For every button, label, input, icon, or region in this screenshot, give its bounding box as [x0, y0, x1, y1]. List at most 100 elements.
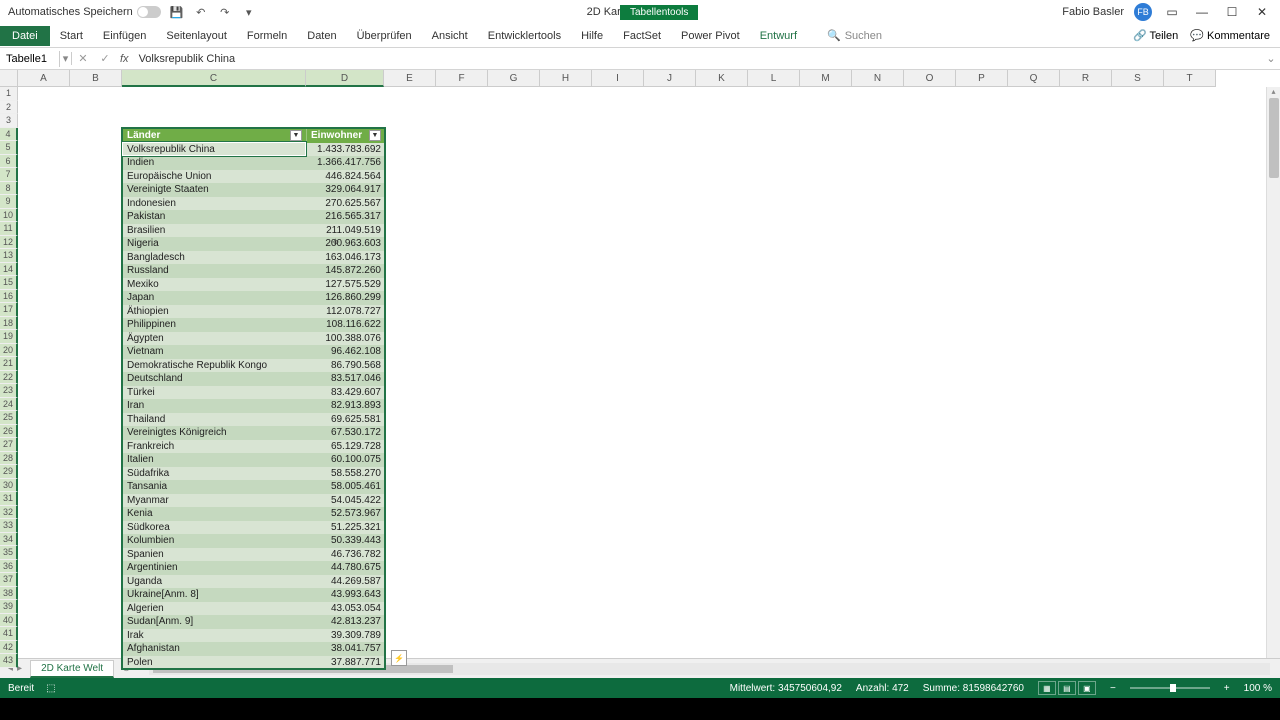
table-row[interactable]: Russland145.872.260 — [123, 264, 385, 278]
cell-population[interactable]: 127.575.529 — [307, 278, 385, 292]
row-header-24[interactable]: 24 — [0, 398, 18, 412]
row-header-3[interactable]: 3 — [0, 114, 18, 128]
cell-population[interactable]: 43.993.643 — [307, 588, 385, 602]
qat-dropdown-icon[interactable]: ▾ — [241, 4, 257, 20]
row-header-19[interactable]: 19 — [0, 330, 18, 344]
cell-population[interactable]: 112.078.727 — [307, 305, 385, 319]
table-row[interactable]: Demokratische Republik Kongo86.790.568 — [123, 359, 385, 373]
table-row[interactable]: Tansania58.005.461 — [123, 480, 385, 494]
cell-country[interactable]: Bangladesch — [123, 251, 307, 265]
cell-population[interactable]: 108.116.622 — [307, 318, 385, 332]
table-row[interactable]: Polen37.887.771 — [123, 656, 385, 670]
share-button[interactable]: 🔗 Teilen — [1133, 29, 1178, 42]
cell-population[interactable]: 52.573.967 — [307, 507, 385, 521]
col-header-F[interactable]: F — [436, 70, 488, 87]
cancel-formula-icon[interactable]: ✕ — [72, 52, 94, 65]
cell-country[interactable]: Iran — [123, 399, 307, 413]
cell-country[interactable]: Pakistan — [123, 210, 307, 224]
row-header-9[interactable]: 9 — [0, 195, 18, 209]
tab-einfügen[interactable]: Einfügen — [93, 26, 156, 46]
col-header-T[interactable]: T — [1164, 70, 1216, 87]
formula-input[interactable]: Volksrepublik China — [133, 51, 1262, 67]
cell-country[interactable]: Japan — [123, 291, 307, 305]
view-normal-icon[interactable]: ▦ — [1038, 681, 1056, 695]
table-row[interactable]: Philippinen108.116.622 — [123, 318, 385, 332]
cell-population[interactable]: 163.046.173 — [307, 251, 385, 265]
cell-population[interactable]: 270.625.567 — [307, 197, 385, 211]
close-icon[interactable]: ✕ — [1252, 2, 1272, 22]
sheet-tab-active[interactable]: 2D Karte Welt — [30, 660, 114, 678]
view-page-break-icon[interactable]: ▣ — [1078, 681, 1096, 695]
tab-ansicht[interactable]: Ansicht — [422, 26, 478, 46]
fx-icon[interactable]: fx — [116, 53, 133, 65]
filter-dropdown-icon[interactable]: ▼ — [290, 130, 302, 141]
search-box[interactable]: 🔍 Suchen — [827, 29, 882, 42]
table-row[interactable]: Argentinien44.780.675 — [123, 561, 385, 575]
cell-country[interactable]: Deutschland — [123, 372, 307, 386]
cell-country[interactable]: Myanmar — [123, 494, 307, 508]
row-header-39[interactable]: 39 — [0, 600, 18, 614]
autosave-toggle[interactable]: Automatisches Speichern — [8, 6, 161, 18]
undo-icon[interactable]: ↶ — [193, 4, 209, 20]
cell-country[interactable]: Polen — [123, 656, 307, 670]
row-header-6[interactable]: 6 — [0, 155, 18, 169]
row-header-28[interactable]: 28 — [0, 452, 18, 466]
table-row[interactable]: Frankreich65.129.728 — [123, 440, 385, 454]
cell-population[interactable]: 50.339.443 — [307, 534, 385, 548]
cell-population[interactable]: 58.005.461 — [307, 480, 385, 494]
row-header-7[interactable]: 7 — [0, 168, 18, 182]
cell-population[interactable]: 39.309.789 — [307, 629, 385, 643]
cell-population[interactable]: 200.963.603 — [307, 237, 385, 251]
row-header-22[interactable]: 22 — [0, 371, 18, 385]
cell-country[interactable]: Kolumbien — [123, 534, 307, 548]
table-row[interactable]: Indonesien270.625.567 — [123, 197, 385, 211]
cell-country[interactable]: Italien — [123, 453, 307, 467]
table-row[interactable]: Ägypten100.388.076 — [123, 332, 385, 346]
cell-country[interactable]: Tansania — [123, 480, 307, 494]
table-row[interactable]: Kolumbien50.339.443 — [123, 534, 385, 548]
table-row[interactable]: Vietnam96.462.108 — [123, 345, 385, 359]
cell-country[interactable]: Afghanistan — [123, 642, 307, 656]
row-header-16[interactable]: 16 — [0, 290, 18, 304]
cell-population[interactable]: 329.064.917 — [307, 183, 385, 197]
cell-country[interactable]: Philippinen — [123, 318, 307, 332]
row-header-18[interactable]: 18 — [0, 317, 18, 331]
table-row[interactable]: Sudan[Anm. 9]42.813.237 — [123, 615, 385, 629]
cell-population[interactable]: 51.225.321 — [307, 521, 385, 535]
row-header-26[interactable]: 26 — [0, 425, 18, 439]
row-header-32[interactable]: 32 — [0, 506, 18, 520]
cell-country[interactable]: Indonesien — [123, 197, 307, 211]
cell-population[interactable]: 145.872.260 — [307, 264, 385, 278]
table-row[interactable]: Nigeria200.963.603 — [123, 237, 385, 251]
cell-country[interactable]: Volksrepublik China — [123, 143, 307, 157]
cell-country[interactable]: Mexiko — [123, 278, 307, 292]
view-page-layout-icon[interactable]: ▤ — [1058, 681, 1076, 695]
cells-area[interactable]: Länder ▼ Einwohner ▼ Volksrepublik China… — [18, 87, 1266, 658]
cell-country[interactable]: Nigeria — [123, 237, 307, 251]
tab-datei[interactable]: Datei — [0, 26, 50, 46]
table-row[interactable]: Afghanistan38.041.757 — [123, 642, 385, 656]
cell-population[interactable]: 54.045.422 — [307, 494, 385, 508]
table-row[interactable]: Volksrepublik China1.433.783.692 — [123, 143, 385, 157]
cell-country[interactable]: Vereinigtes Königreich — [123, 426, 307, 440]
table-row[interactable]: Kenia52.573.967 — [123, 507, 385, 521]
row-header-37[interactable]: 37 — [0, 573, 18, 587]
row-header-30[interactable]: 30 — [0, 479, 18, 493]
table-row[interactable]: Südkorea51.225.321 — [123, 521, 385, 535]
row-header-11[interactable]: 11 — [0, 222, 18, 236]
row-header-40[interactable]: 40 — [0, 614, 18, 628]
cell-population[interactable]: 126.860.299 — [307, 291, 385, 305]
cell-country[interactable]: Demokratische Republik Kongo — [123, 359, 307, 373]
table-row[interactable]: Mexiko127.575.529 — [123, 278, 385, 292]
row-header-17[interactable]: 17 — [0, 303, 18, 317]
row-header-4[interactable]: 4 — [0, 128, 18, 142]
tab-seitenlayout[interactable]: Seitenlayout — [156, 26, 237, 46]
cell-population[interactable]: 42.813.237 — [307, 615, 385, 629]
row-header-42[interactable]: 42 — [0, 641, 18, 655]
cell-country[interactable]: Frankreich — [123, 440, 307, 454]
table-row[interactable]: Japan126.860.299 — [123, 291, 385, 305]
row-header-29[interactable]: 29 — [0, 465, 18, 479]
table-row[interactable]: Deutschland83.517.046 — [123, 372, 385, 386]
quick-analysis-icon[interactable]: ⚡ — [391, 650, 407, 666]
col-header-E[interactable]: E — [384, 70, 436, 87]
